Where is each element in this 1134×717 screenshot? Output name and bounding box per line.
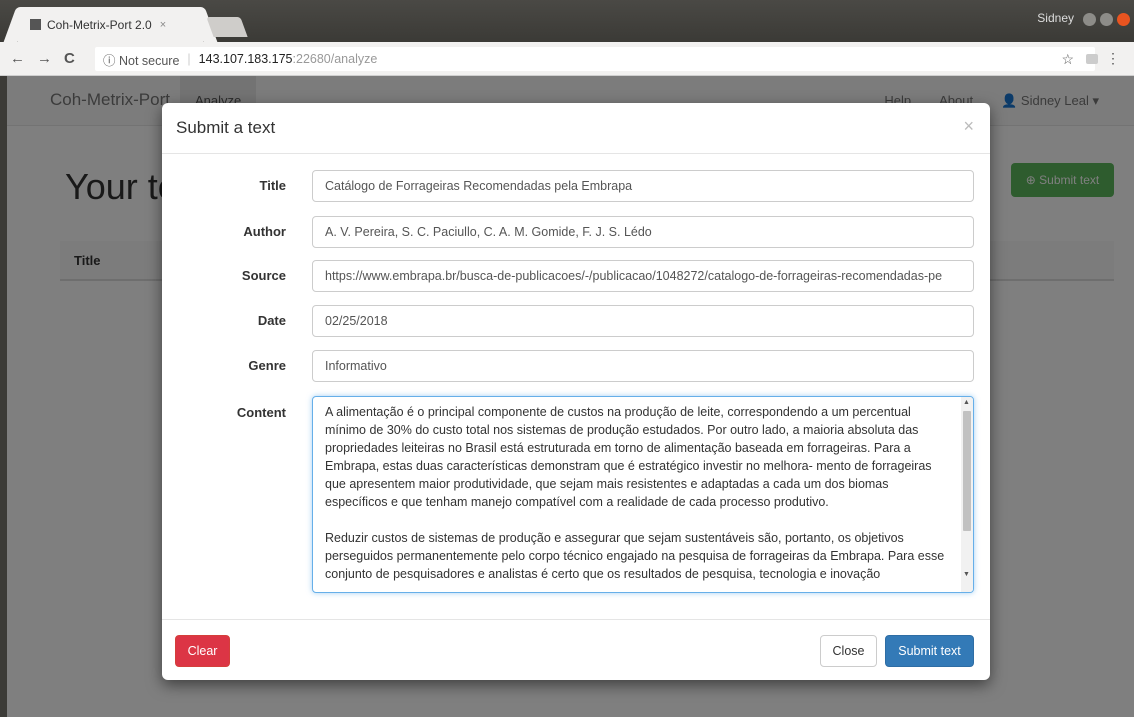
url-path: :22680/analyze (292, 52, 378, 66)
browser-tab[interactable]: Coh-Metrix-Port 2.0 × (18, 7, 203, 42)
window-controls (1083, 13, 1130, 26)
title-label: Title (259, 178, 287, 193)
tab-close-icon[interactable]: × (160, 19, 166, 31)
title-input[interactable]: Catálogo de Forrageiras Recomendadas pel… (312, 170, 974, 202)
browser-toolbar: ← → C ⓘ Not secure | 143.107.183.175 :22… (0, 42, 1134, 76)
window-left-edge (0, 76, 7, 717)
modal-title: Submit a text (176, 118, 276, 137)
scroll-up-icon[interactable]: ▲ (963, 399, 970, 406)
clear-button[interactable]: Clear (175, 635, 230, 667)
back-icon[interactable]: ← (10, 50, 25, 67)
modal-close-icon[interactable]: × (963, 116, 974, 137)
page-favicon-icon (30, 19, 41, 30)
forward-icon[interactable]: → (37, 50, 52, 67)
extension-icon[interactable] (1086, 54, 1098, 64)
date-input[interactable]: 02/25/2018 (312, 305, 974, 337)
security-indicator[interactable]: ⓘ Not secure (103, 50, 179, 69)
modal-footer: Clear Close Submit text (162, 619, 990, 680)
content-scrollbar[interactable]: ▲ ▼ (961, 397, 973, 592)
url-host: 143.107.183.175 (198, 52, 293, 66)
modal-header: Submit a text × (162, 103, 990, 154)
title-row: Title Catálogo de Forrageiras Recomendad… (162, 170, 990, 202)
scroll-thumb[interactable] (963, 411, 971, 531)
author-label: Author (243, 224, 286, 239)
genre-input[interactable]: Informativo (312, 350, 974, 382)
address-bar[interactable]: ⓘ Not secure | 143.107.183.175 :22680/an… (95, 47, 1095, 71)
submit-text-button[interactable]: Submit text (885, 635, 974, 667)
source-label: Source (241, 268, 286, 283)
browser-profile-name[interactable]: Sidney (1037, 11, 1074, 25)
genre-row: Genre Informativo (162, 350, 990, 382)
tab-title: Coh-Metrix-Port 2.0 (47, 17, 152, 32)
browser-menu-icon[interactable]: ⋮ (1106, 50, 1120, 67)
maximize-icon[interactable] (1100, 13, 1113, 26)
scroll-down-icon[interactable]: ▼ (963, 571, 970, 578)
new-tab-button[interactable] (206, 17, 248, 37)
reload-icon[interactable]: C (64, 50, 75, 67)
date-label: Date (257, 313, 286, 328)
submit-text-modal: Submit a text × Title Catálogo de Forrag… (162, 103, 990, 680)
close-button[interactable]: Close (820, 635, 877, 667)
source-input[interactable]: https://www.embrapa.br/busca-de-publicac… (312, 260, 974, 292)
content-textarea[interactable]: A alimentação é o principal componente d… (312, 396, 974, 593)
genre-label: Genre (248, 358, 286, 373)
bookmark-star-icon[interactable]: ☆ (1061, 51, 1074, 68)
window-close-icon[interactable] (1117, 13, 1130, 26)
content-text: A alimentação é o principal componente d… (325, 405, 945, 581)
address-separator: | (187, 52, 191, 66)
source-row: Source https://www.embrapa.br/busca-de-p… (162, 260, 990, 292)
browser-titlebar: Coh-Metrix-Port 2.0 × Sidney (0, 0, 1134, 42)
content-label: Content (236, 405, 286, 420)
date-row: Date 02/25/2018 (162, 305, 990, 337)
minimize-icon[interactable] (1083, 13, 1096, 26)
author-input[interactable]: A. V. Pereira, S. C. Paciullo, C. A. M. … (312, 216, 974, 248)
author-row: Author A. V. Pereira, S. C. Paciullo, C.… (162, 216, 990, 248)
